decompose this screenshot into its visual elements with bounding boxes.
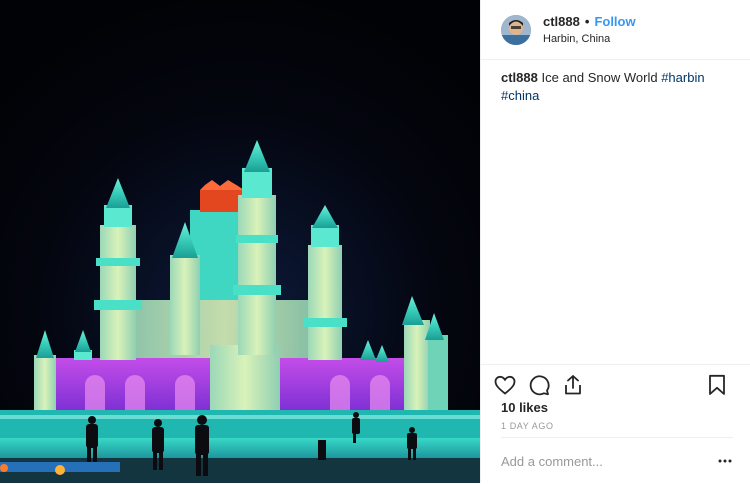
username-link[interactable]: ctl888 bbox=[543, 14, 580, 29]
comment-icon[interactable] bbox=[527, 373, 551, 397]
more-options-icon[interactable] bbox=[717, 453, 733, 469]
post-photo[interactable] bbox=[0, 0, 480, 483]
hashtag-harbin[interactable]: #harbin bbox=[661, 70, 704, 85]
user-avatar-icon bbox=[501, 14, 531, 45]
post-header: ctl888 • Follow Harbin, China bbox=[481, 0, 750, 60]
post-sidebar: ctl888 • Follow Harbin, China ctl888 Ice a… bbox=[480, 0, 750, 483]
likes-count[interactable]: 10 likes bbox=[501, 400, 548, 415]
location-link[interactable]: Harbin, China bbox=[543, 33, 636, 45]
follow-button[interactable]: Follow bbox=[594, 14, 635, 29]
share-icon[interactable] bbox=[561, 373, 585, 397]
post-caption: ctl888 Ice and Snow World #harbin #china bbox=[501, 69, 741, 105]
header-line: ctl888 • Follow bbox=[543, 14, 636, 30]
caption-text: Ice and Snow World bbox=[537, 70, 662, 85]
action-icons-row bbox=[481, 365, 750, 401]
heart-icon[interactable] bbox=[493, 373, 517, 397]
comment-bar bbox=[501, 437, 733, 484]
header-text: ctl888 • Follow Harbin, China bbox=[543, 14, 636, 45]
post-timestamp[interactable]: 1 DAY AGO bbox=[501, 421, 554, 431]
hashtag-china[interactable]: #china bbox=[501, 88, 539, 103]
comment-input[interactable] bbox=[501, 453, 701, 469]
separator-dot: • bbox=[584, 14, 590, 29]
ice-castle-illustration bbox=[0, 0, 480, 483]
bookmark-icon[interactable] bbox=[705, 373, 729, 397]
avatar[interactable] bbox=[501, 14, 531, 45]
caption-username[interactable]: ctl888 bbox=[501, 70, 538, 85]
instagram-post: ctl888 • Follow Harbin, China ctl888 Ice a… bbox=[0, 0, 750, 483]
actions-area bbox=[481, 364, 750, 401]
